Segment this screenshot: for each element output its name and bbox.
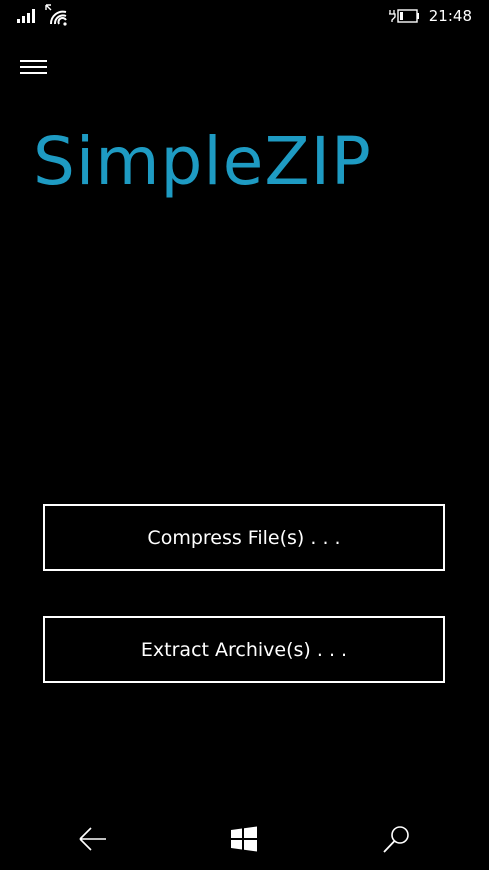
hamburger-menu-button[interactable] [20,60,47,75]
hamburger-icon [20,60,47,74]
search-icon [383,826,409,853]
navigation-bar [0,806,489,870]
back-button[interactable] [76,822,110,856]
back-arrow-icon [79,827,106,851]
start-button[interactable] [227,822,261,856]
extract-archives-button[interactable]: Extract Archive(s) . . . [43,616,445,683]
windows-start-icon [231,826,257,852]
app-title: SimpleZIP [33,123,372,200]
signal-icon [17,9,35,23]
battery-charging-icon [389,9,419,23]
search-button[interactable] [380,822,414,856]
wifi-icon [45,4,67,26]
compress-files-button[interactable]: Compress File(s) . . . [43,504,445,571]
status-time: 21:48 [428,7,472,25]
status-bar: 21:48 [0,0,489,34]
